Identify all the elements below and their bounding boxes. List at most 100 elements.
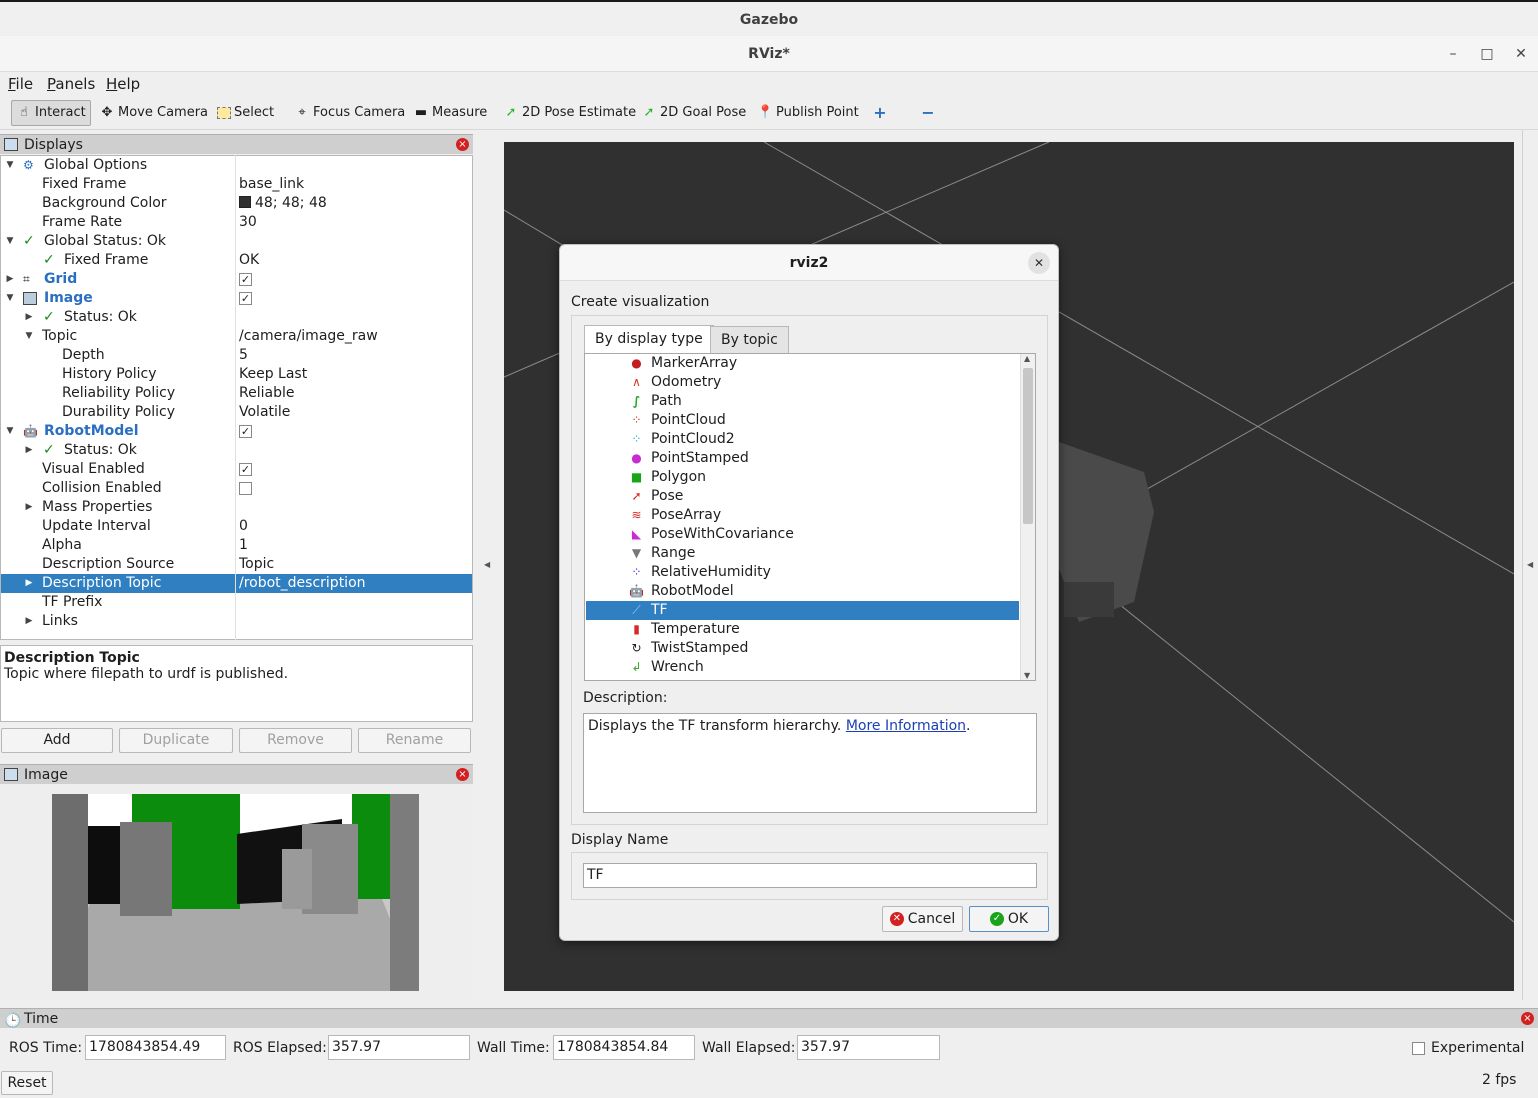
list-item-pointstamped[interactable]: ● PointStamped	[586, 449, 1019, 468]
menu-help[interactable]: Help	[106, 75, 140, 93]
goal-pose-tool[interactable]: ➚ 2D Goal Pose	[641, 100, 747, 126]
tree-value[interactable]: /camera/image_raw	[239, 327, 378, 346]
close-panel-icon[interactable]: ×	[456, 768, 469, 781]
move-camera-tool[interactable]: ✥ Move Camera	[99, 100, 208, 126]
list-item-temperature[interactable]: ▮ Temperature	[586, 620, 1019, 639]
tree-row-fixed-frame[interactable]: Fixed Frame base_link	[1, 175, 472, 194]
tree-row-links[interactable]: ▶ Links	[1, 612, 472, 631]
interact-tool[interactable]: ☝ Interact	[11, 100, 91, 126]
robotmodel-enabled-checkbox[interactable]: ✓	[239, 425, 252, 438]
tree-row-global-options[interactable]: ▼ ⚙ Global Options	[1, 156, 472, 175]
tree-row-robotmodel[interactable]: ▼ 🤖 RobotModel ✓	[1, 422, 472, 441]
reset-button[interactable]: Reset	[1, 1071, 53, 1095]
maximize-icon[interactable]: □	[1475, 42, 1499, 66]
visual-enabled-checkbox[interactable]: ✓	[239, 463, 252, 476]
tree-row-robot-status[interactable]: ▶ ✓ Status: Ok	[1, 441, 472, 460]
scroll-up-icon[interactable]: ▲	[1024, 354, 1030, 363]
display-name-input[interactable]: TF	[583, 863, 1037, 888]
tree-row-image[interactable]: ▼ Image ✓	[1, 289, 472, 308]
tree-row-global-status[interactable]: ▼ ✓ Global Status: Ok	[1, 232, 472, 251]
list-item-posearray[interactable]: ≋ PoseArray	[586, 506, 1019, 525]
list-item-pointcloud2[interactable]: ⁘ PointCloud2	[586, 430, 1019, 449]
focus-camera-tool[interactable]: ⌖ Focus Camera	[294, 100, 405, 126]
expand-arrow-icon[interactable]: ▼	[4, 156, 16, 175]
tree-value[interactable]: Reliable	[239, 384, 294, 403]
tab-by-topic[interactable]: By topic	[710, 326, 789, 353]
collapse-right-icon[interactable]: ◀	[1527, 560, 1533, 569]
list-item-path[interactable]: ∫ Path	[586, 392, 1019, 411]
list-scrollbar[interactable]: ▲ ▼	[1020, 354, 1035, 680]
tree-row-topic[interactable]: ▼ Topic /camera/image_raw	[1, 327, 472, 346]
ok-button[interactable]: ✓ OK	[969, 906, 1049, 932]
publish-point-tool[interactable]: 📍 Publish Point	[757, 100, 859, 126]
menu-file[interactable]: File	[8, 75, 33, 93]
list-item-tf[interactable]: ⟋ TF	[586, 601, 1019, 620]
tree-row-image-status[interactable]: ▶ ✓ Status: Ok	[1, 308, 472, 327]
tree-row-durability-policy[interactable]: Durability Policy Volatile	[1, 403, 472, 422]
collapse-arrow-icon[interactable]: ▶	[23, 308, 35, 327]
image-enabled-checkbox[interactable]: ✓	[239, 292, 252, 305]
tab-by-display-type[interactable]: By display type	[584, 325, 714, 353]
scroll-down-icon[interactable]: ▼	[1024, 671, 1030, 680]
tree-row-depth[interactable]: Depth 5	[1, 346, 472, 365]
add-tool-button[interactable]: +	[872, 100, 888, 126]
list-item-pose[interactable]: ➚ Pose	[586, 487, 1019, 506]
add-button[interactable]: Add	[1, 728, 113, 753]
tree-value[interactable]: Keep Last	[239, 365, 307, 384]
right-splitter[interactable]: ◀	[1522, 130, 1538, 1000]
grid-enabled-checkbox[interactable]: ✓	[239, 273, 252, 286]
minimize-icon[interactable]: –	[1441, 42, 1465, 66]
list-item-wrench[interactable]: ↲ Wrench	[586, 658, 1019, 677]
experimental-checkbox[interactable]	[1412, 1042, 1425, 1055]
list-item-pointcloud[interactable]: ⁘ PointCloud	[586, 411, 1019, 430]
menu-panels[interactable]: Panels	[47, 75, 95, 93]
tree-value[interactable]: 0	[239, 517, 248, 536]
list-item-range[interactable]: ▼ Range	[586, 544, 1019, 563]
select-tool[interactable]: Select	[217, 100, 274, 126]
list-item-posewithcovariance[interactable]: ◣ PoseWithCovariance	[586, 525, 1019, 544]
left-splitter[interactable]: ◀	[474, 142, 504, 991]
list-item-markerarray[interactable]: ● MarkerArray	[586, 354, 1019, 373]
tree-row-background-color[interactable]: Background Color 48; 48; 48	[1, 194, 472, 213]
list-item-robotmodel[interactable]: 🤖 RobotModel	[586, 582, 1019, 601]
wall-elapsed-field[interactable]: 357.97	[797, 1035, 940, 1060]
list-item-odometry[interactable]: ∧ Odometry	[586, 373, 1019, 392]
expand-arrow-icon[interactable]: ▼	[4, 422, 16, 441]
list-item-relativehumidity[interactable]: ⁘ RelativeHumidity	[586, 563, 1019, 582]
tree-row-visual-enabled[interactable]: Visual Enabled ✓	[1, 460, 472, 479]
duplicate-button[interactable]: Duplicate	[119, 728, 233, 753]
collapse-left-icon[interactable]: ◀	[484, 560, 490, 569]
pose-estimate-tool[interactable]: ➚ 2D Pose Estimate	[503, 100, 637, 126]
list-item-polygon[interactable]: ■ Polygon	[586, 468, 1019, 487]
tree-row-grid[interactable]: ▶ ⌗ Grid ✓	[1, 270, 472, 289]
tree-value[interactable]: base_link	[239, 175, 304, 194]
wall-time-field[interactable]: 1780843854.84	[553, 1035, 695, 1060]
cancel-button[interactable]: ✕ Cancel	[882, 906, 963, 932]
collapse-arrow-icon[interactable]: ▶	[23, 498, 35, 517]
tree-value[interactable]: /robot_description	[239, 574, 366, 593]
expand-arrow-icon[interactable]: ▼	[23, 327, 35, 346]
close-icon[interactable]: ✕	[1509, 42, 1533, 66]
tree-row-tf-prefix[interactable]: TF Prefix	[1, 593, 472, 612]
tree-row-description-source[interactable]: Description Source Topic	[1, 555, 472, 574]
tree-row-frame-rate[interactable]: Frame Rate 30	[1, 213, 472, 232]
remove-tool-button[interactable]: −	[920, 100, 936, 126]
close-panel-icon[interactable]: ×	[1521, 1012, 1534, 1025]
list-item-twiststamped[interactable]: ↻ TwistStamped	[586, 639, 1019, 658]
tree-row-mass-properties[interactable]: ▶ Mass Properties	[1, 498, 472, 517]
expand-arrow-icon[interactable]: ▼	[4, 232, 16, 251]
tree-value[interactable]: 5	[239, 346, 248, 365]
ros-time-field[interactable]: 1780843854.49	[85, 1035, 226, 1060]
tree-column-divider[interactable]	[235, 155, 236, 640]
collision-enabled-checkbox[interactable]	[239, 482, 252, 495]
tree-value[interactable]: Topic	[239, 555, 274, 574]
collapse-arrow-icon[interactable]: ▶	[23, 612, 35, 631]
tree-value[interactable]: Volatile	[239, 403, 290, 422]
tree-row-description-topic[interactable]: ▶ Description Topic /robot_description	[1, 574, 472, 593]
remove-button[interactable]: Remove	[239, 728, 352, 753]
more-information-link[interactable]: More Information	[846, 718, 966, 734]
close-panel-icon[interactable]: ×	[456, 138, 469, 151]
tree-row-collision-enabled[interactable]: Collision Enabled	[1, 479, 472, 498]
tree-row-update-interval[interactable]: Update Interval 0	[1, 517, 472, 536]
expand-arrow-icon[interactable]: ▼	[4, 289, 16, 308]
